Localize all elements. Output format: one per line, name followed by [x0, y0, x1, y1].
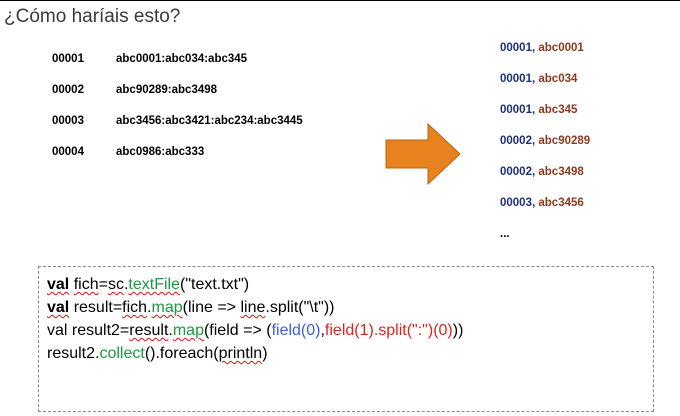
output-row: 00001, abc0001	[500, 42, 584, 54]
slide-title: ¿Cómo haríais esto?	[4, 6, 181, 27]
output-row: 00001, abc034	[500, 73, 577, 85]
input-id: 00001	[52, 53, 84, 65]
output-row: 00001, abc345	[500, 104, 577, 116]
input-row: 00004 abc0986:abc333	[52, 146, 204, 158]
input-value: abc0986:abc333	[116, 146, 205, 158]
code-line-1: val fich=sc.textFile("text.txt")	[47, 276, 250, 293]
output-value: abc034	[538, 73, 578, 85]
output-value: abc3498	[538, 166, 584, 178]
output-value: abc90289	[538, 135, 591, 147]
input-row: 00002 abc90289:abc3498	[52, 84, 217, 96]
input-id: 00002	[52, 84, 84, 96]
output-row: 00003, abc3456	[500, 197, 584, 209]
output-value: abc0001	[538, 42, 584, 54]
code-line-3: val result2=result.map(field => (field(0…	[47, 322, 464, 339]
input-row: 00003 abc3456:abc3421:abc234:abc3445	[52, 115, 303, 127]
output-row: 00002, abc90289	[500, 135, 590, 147]
output-row: 00002, abc3498	[500, 166, 584, 178]
input-id: 00004	[52, 146, 84, 158]
code-line-4: result2.collect().foreach(println)	[47, 345, 268, 362]
top-rule	[0, 0, 680, 1]
output-id: 00002	[500, 135, 532, 147]
input-value: abc3456:abc3421:abc234:abc3445	[116, 115, 303, 127]
output-value: abc3456	[538, 197, 584, 209]
output-id: 00002	[500, 166, 532, 178]
arrow-right-icon	[385, 122, 461, 190]
input-value: abc90289:abc3498	[116, 84, 218, 96]
code-textbox[interactable]: val fich=sc.textFile("text.txt") val res…	[38, 266, 654, 412]
output-ellipsis: ...	[500, 228, 510, 240]
input-id: 00003	[52, 115, 84, 127]
output-id: 00001	[500, 73, 532, 85]
input-row: 00001 abc0001:abc034:abc345	[52, 53, 247, 65]
output-value: abc345	[538, 104, 578, 116]
output-id: 00001	[500, 42, 532, 54]
output-id: 00001	[500, 104, 532, 116]
code-block: val fich=sc.textFile("text.txt") val res…	[47, 273, 463, 365]
input-value: abc0001:abc034:abc345	[116, 53, 248, 65]
code-line-2: val result=fich.map(line => line.split("…	[47, 299, 335, 316]
output-id: 00003	[500, 197, 532, 209]
